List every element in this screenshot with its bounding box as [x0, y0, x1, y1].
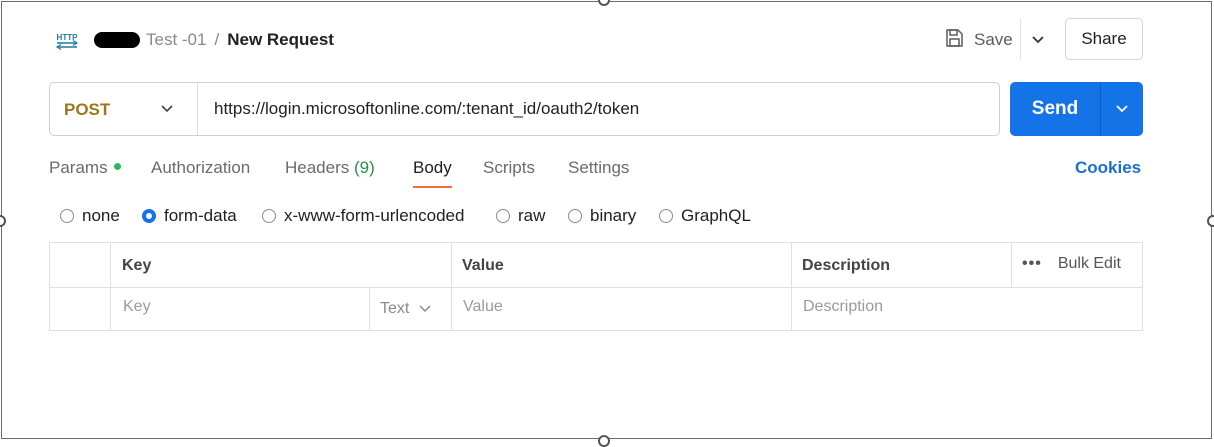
send-label[interactable]: Send: [1010, 82, 1100, 136]
method-select[interactable]: POST: [64, 100, 110, 120]
url-bar: POST: [49, 82, 1000, 136]
url-input[interactable]: [214, 97, 974, 121]
tab-params[interactable]: Params: [49, 158, 121, 178]
active-tab-indicator: [413, 186, 452, 188]
bulk-edit-label: Bulk Edit: [1057, 255, 1121, 272]
tab-headers-label: Headers: [285, 158, 350, 177]
column-header-key: Key: [122, 257, 152, 274]
tab-authorization[interactable]: Authorization: [151, 158, 250, 178]
body-type-label: raw: [518, 206, 546, 225]
body-type-label: none: [82, 206, 120, 225]
resize-handle-bottom[interactable]: [598, 435, 610, 447]
radio-icon: [496, 209, 510, 223]
method-divider: [197, 83, 198, 135]
tab-headers[interactable]: Headers (9): [285, 158, 375, 178]
body-type-label: form-data: [164, 206, 237, 225]
method-chevron-down-icon[interactable]: [158, 100, 176, 118]
headers-count: (9): [354, 158, 375, 177]
body-type-graphql[interactable]: GraphQL: [659, 206, 751, 226]
radio-icon: [262, 209, 276, 223]
radio-selected-icon: [142, 209, 156, 223]
description-field[interactable]: Description: [803, 298, 883, 316]
column-divider: [1011, 243, 1012, 287]
column-divider: [110, 243, 111, 330]
column-divider: [451, 243, 452, 330]
tab-body[interactable]: Body: [413, 158, 452, 178]
body-type-binary[interactable]: binary: [568, 206, 636, 226]
request-title[interactable]: New Request: [227, 30, 334, 50]
tab-params-label: Params: [49, 158, 108, 177]
redacted-workspace-name: [94, 32, 140, 48]
cookies-link[interactable]: Cookies: [1075, 158, 1141, 178]
radio-icon: [60, 209, 74, 223]
type-divider: [369, 287, 370, 330]
save-options-chevron-down-icon[interactable]: [1028, 30, 1048, 50]
resize-handle-right[interactable]: [1207, 215, 1214, 227]
body-type-urlencoded[interactable]: x-www-form-urlencoded: [262, 206, 464, 226]
body-type-label: GraphQL: [681, 206, 751, 225]
column-divider: [791, 243, 792, 330]
tab-settings[interactable]: Settings: [568, 158, 629, 178]
share-button[interactable]: Share: [1065, 18, 1143, 60]
save-label: Save: [974, 30, 1013, 49]
bulk-edit-button[interactable]: ••• Bulk Edit: [1022, 255, 1121, 273]
save-button[interactable]: Save: [944, 27, 1013, 53]
key-field[interactable]: Key: [123, 298, 151, 316]
body-type-label: binary: [590, 206, 637, 225]
form-data-table: Key Value Description ••• Bulk Edit Key …: [49, 242, 1143, 331]
send-options-chevron-down-icon[interactable]: [1101, 82, 1143, 136]
breadcrumb-collection[interactable]: Test -01: [146, 30, 206, 50]
key-type-select[interactable]: Text: [380, 300, 431, 318]
chevron-down-icon: [419, 305, 431, 313]
body-type-raw[interactable]: raw: [496, 206, 545, 226]
save-divider: [1020, 18, 1021, 60]
body-type-form-data[interactable]: form-data: [142, 206, 237, 226]
key-type-label: Text: [380, 300, 410, 317]
http-icon: HTTP: [54, 27, 80, 53]
body-type-label: x-www-form-urlencoded: [284, 206, 465, 225]
tab-scripts[interactable]: Scripts: [483, 158, 535, 178]
table-header-divider: [50, 287, 1142, 288]
radio-icon: [659, 209, 673, 223]
request-header: HTTP Test -01 / New Request: [54, 26, 334, 54]
breadcrumb-separator: /: [214, 30, 220, 49]
radio-icon: [568, 209, 582, 223]
column-header-value: Value: [462, 257, 504, 274]
send-button[interactable]: Send: [1010, 82, 1143, 136]
column-header-description: Description: [802, 257, 891, 274]
body-type-none[interactable]: none: [60, 206, 120, 226]
save-icon: [944, 28, 964, 53]
more-options-icon[interactable]: •••: [1022, 255, 1042, 273]
svg-text:HTTP: HTTP: [57, 33, 79, 42]
value-field[interactable]: Value: [463, 298, 503, 316]
params-status-dot: [113, 163, 121, 171]
